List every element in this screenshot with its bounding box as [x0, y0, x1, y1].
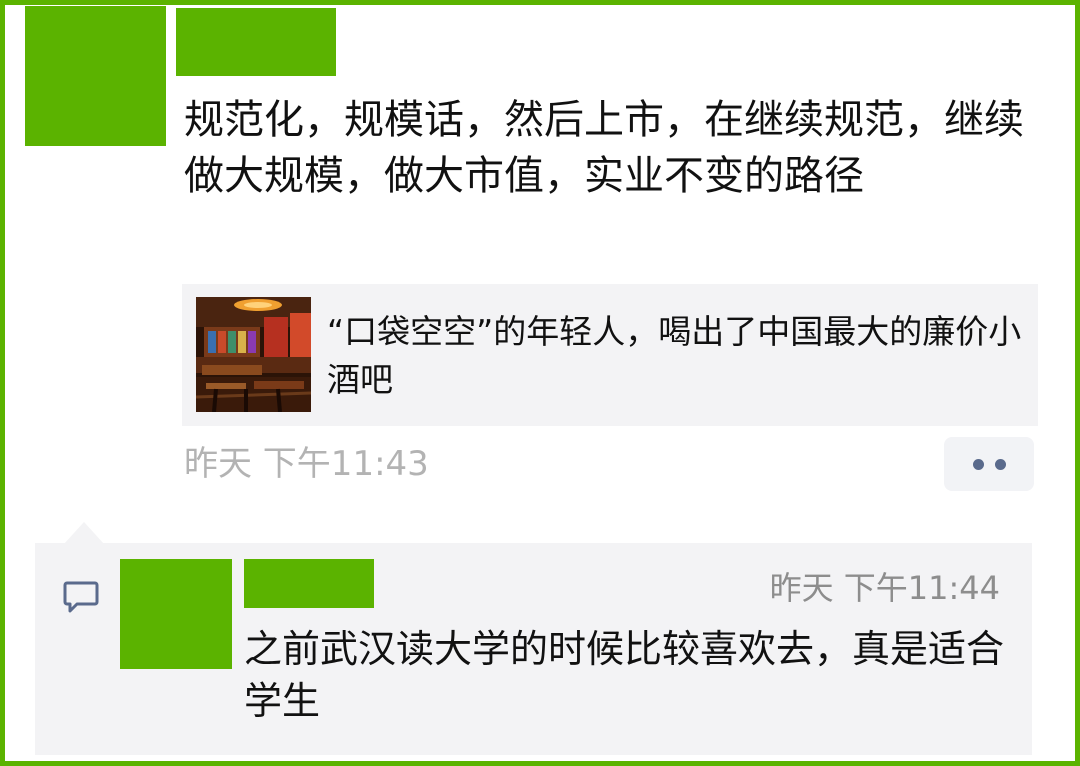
more-dots-icon [995, 459, 1006, 470]
more-dots-icon [973, 459, 984, 470]
more-actions-button[interactable] [944, 437, 1034, 491]
poster-name-redaction[interactable] [176, 8, 336, 76]
commenter-avatar[interactable] [120, 559, 232, 669]
comment-text[interactable]: 之前武汉读大学的时候比较喜欢去，真是适合学生 [244, 623, 1014, 727]
post-timestamp: 昨天 下午11:43 [184, 444, 429, 484]
comment-timestamp: 昨天 下午11:44 [769, 569, 1000, 607]
shared-link-card[interactable]: “口袋空空”的年轻人，喝出了中国最大的廉价小酒吧 [182, 284, 1038, 426]
comment-bubble-icon [63, 580, 99, 614]
link-title: “口袋空空”的年轻人，喝出了中国最大的廉价小酒吧 [327, 312, 1022, 399]
poster-avatar[interactable] [25, 6, 166, 146]
post-text: 规范化，规模话，然后上市，在继续规范，继续做大规模，做大市值，实业不变的路径 [184, 97, 1024, 199]
link-thumbnail-image [196, 297, 311, 412]
commenter-name-redaction[interactable] [244, 559, 374, 608]
comment-area-caret [64, 522, 104, 544]
